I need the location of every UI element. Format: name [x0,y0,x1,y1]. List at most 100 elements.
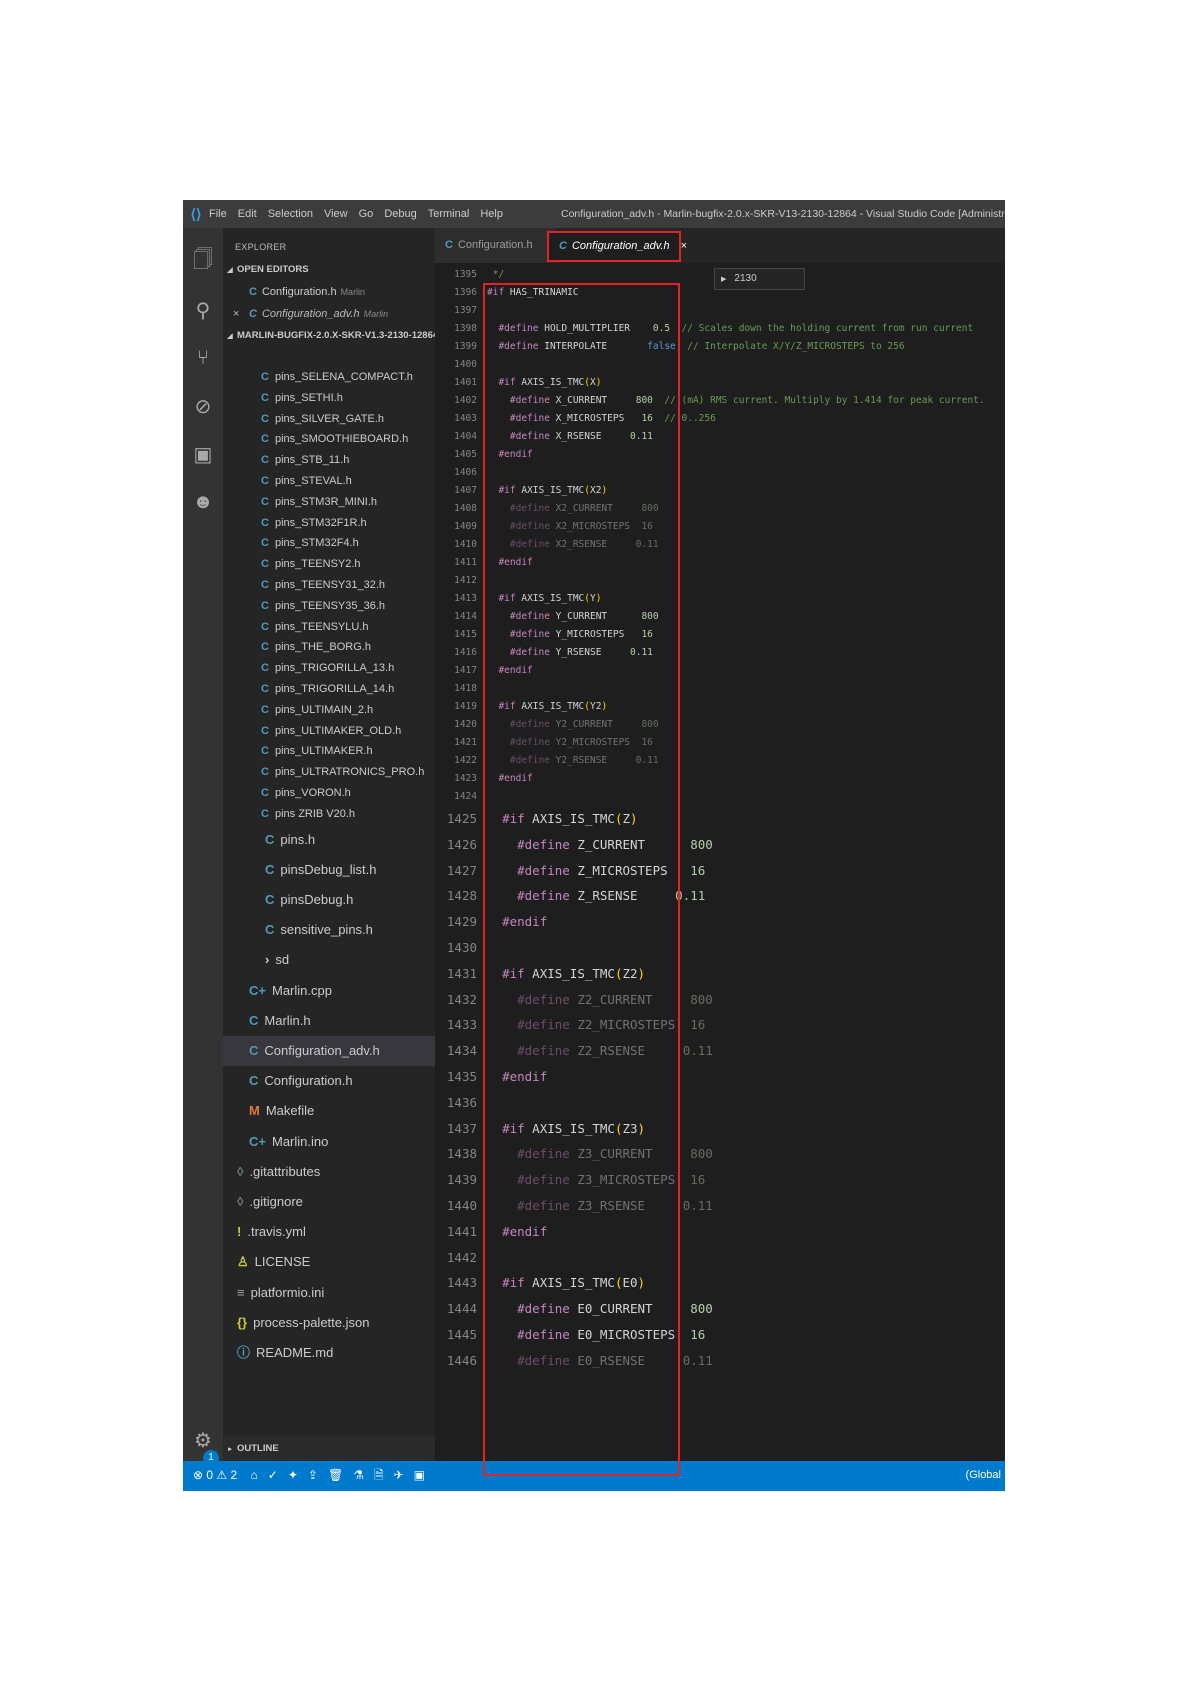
source-control-icon[interactable]: ⑂ [183,338,223,378]
tab-configuration-adv-h[interactable]: C Configuration_adv.h × [547,231,687,262]
menu-item-edit[interactable]: Edit [238,208,257,220]
file-tree-item[interactable]: › sd [223,945,435,975]
file-tree-item[interactable]: ! .travis.yml [223,1217,435,1247]
code-line: #define X_CURRENT 800 // (mA) RMS curren… [509,395,985,406]
code-line: #define Z_RSENSE 0.11 [517,888,706,904]
status-icon[interactable]: ▣ [414,1468,425,1482]
file-name: .gitattributes [249,1163,321,1179]
line-number: 1400 [454,359,477,370]
menu-item-debug[interactable]: Debug [384,208,416,220]
file-name: Marlin.h [264,1012,311,1028]
code-line: #define X2_MICROSTEPS 16 [509,521,653,532]
file-tree-item[interactable]: ♙ LICENSE [223,1247,435,1277]
line-number: 1426 [446,836,477,852]
problems-indicator[interactable]: ⊗ 0 ⚠ 2 [193,1468,237,1482]
file-tree-item[interactable]: Csensitive_pins.h [223,915,435,945]
file-tree-item[interactable]: Cpins_THE_BORG.h [223,637,435,658]
file-tree-item[interactable]: Cpins_ULTIMAIN_2.h [223,700,435,721]
project-header[interactable]: ◢ MARLIN-BUGFIX-2.0.X-SKR-V1.3-2130-12864 [223,325,435,347]
goto-line-value: 2130 [734,273,757,284]
menu-item-help[interactable]: Help [480,208,503,220]
menu-item-selection[interactable]: Selection [268,208,313,220]
code-area[interactable]: */ #if HAS_TRINAMIC #define HOLD_MULTIPLI… [487,263,1005,1461]
status-icon[interactable]: 🗑 [328,1468,343,1482]
debug-icon[interactable]: ⊘ [183,386,223,426]
code-line: #define Z3_CURRENT 800 [517,1146,713,1162]
tab-configuration-h[interactable]: C Configuration.h [435,228,555,263]
line-number: 1438 [446,1146,477,1162]
status-icon[interactable]: ⚗ [353,1468,364,1482]
file-tree-item[interactable]: Cpins_SELENA_COMPACT.h [223,367,435,388]
file-tree-item[interactable]: Cpins_SMOOTHIEBOARD.h [223,429,435,450]
menu-item-terminal[interactable]: Terminal [428,208,470,220]
file-name: Configuration_adv.h [264,1043,380,1058]
file-tree-item[interactable]: CpinsDebug_list.h [223,855,435,885]
file-tree-item[interactable]: CpinsDebug.h [223,885,435,915]
menu-item-file[interactable]: File [209,208,227,220]
status-icon[interactable]: ⌂ [251,1468,258,1482]
menu-item-go[interactable]: Go [359,208,374,220]
files-icon[interactable]: 🗍 [183,242,223,282]
close-icon[interactable]: × [233,303,239,325]
file-tree-item[interactable]: Cpins_SETHI.h [223,388,435,409]
file-type-icon: C [261,371,269,383]
file-name: pins_STEVAL.h [274,475,352,487]
file-tree-item[interactable]: Cpins_TRIGORILLA_13.h [223,658,435,679]
status-icon[interactable]: ⇪ [308,1468,318,1482]
file-tree-item[interactable]: C Marlin.h [223,1006,435,1036]
file-name: pins_TEENSY35_36.h [274,599,386,612]
alien-icon[interactable]: ☻ [183,482,223,522]
file-tree-item[interactable]: Cpins_SILVER_GATE.h [223,409,435,430]
open-editor-item[interactable]: C Configuration.h Marlin [223,281,435,303]
code-line: #define INTERPOLATE false // Interpolate… [498,341,905,352]
file-tree-item[interactable]: Cpins.h [223,825,435,855]
file-tree-item[interactable]: {} process-palette.json [223,1308,435,1338]
status-icon[interactable]: 🗎 [374,1468,384,1482]
code-line: #define HOLD_MULTIPLIER 0.5 // Scales do… [498,323,974,334]
file-tree-item[interactable]: Cpins_TEENSY2.h [223,554,435,575]
file-tree-item[interactable]: Cpins_TEENSY35_36.h [223,596,435,617]
file-tree-item[interactable]: ⓘ README.md [223,1338,435,1368]
open-editor-item[interactable]: × C Configuration_adv.h Marlin [223,303,435,325]
extensions-icon[interactable]: ▣ [183,434,223,474]
file-type-icon: ◊ [237,1194,244,1209]
file-tree-item[interactable]: Cpins_ULTIMAKER.h [223,741,435,762]
status-icon[interactable]: ✦ [288,1468,298,1482]
file-tree-item[interactable]: Cpins_STB_11.h [223,450,435,471]
outline-header[interactable]: ▸ OUTLINE [223,1436,435,1461]
close-icon[interactable]: × [681,240,687,252]
file-tree-item[interactable]: Cpins_TEENSY31_32.h [223,575,435,596]
code-line: #if AXIS_IS_TMC(Z2) [502,965,646,981]
file-tree-item[interactable]: Cpins_ULTIMAKER_OLD.h [223,721,435,742]
code-line: #define Z3_MICROSTEPS 16 [517,1172,706,1188]
status-icon[interactable]: ✈ [394,1468,404,1482]
file-tree-item[interactable]: ≡ platformio.ini [223,1278,435,1308]
file-tree-item[interactable]: C Configuration.h [223,1066,435,1096]
file-tree-item[interactable]: M Makefile [223,1096,435,1126]
file-tree-item[interactable]: Cpins_TEENSYLU.h [223,617,435,638]
open-editors-header[interactable]: ◢ OPEN EDITORS [223,259,435,281]
file-tree-item[interactable]: Cpins ZRIB V20.h [223,804,435,825]
file-tree-item[interactable]: Cpins_VORON.h [223,783,435,804]
code-line: #define X_MICROSTEPS 16 // 0..256 [509,413,716,424]
status-items: ⊗ 0 ⚠ 2 ⌂ ✓ ✦ ⇪ 🗑 ⚗ 🗎 ✈ ▣ [183,1466,425,1487]
code-line: #if AXIS_IS_TMC(Z3) [502,1120,646,1136]
file-tree-item[interactable]: ◊ .gitignore [223,1187,435,1217]
file-tree-item[interactable]: Cpins_ULTRATRONICS_PRO.h [223,762,435,783]
file-tree-item[interactable]: Cpins_STM32F1R.h [223,513,435,534]
goto-line-widget[interactable]: ▶ 2130 [714,268,805,290]
file-tree-item[interactable]: ◊ .gitattributes [223,1157,435,1187]
status-icon[interactable]: ✓ [268,1468,278,1482]
file-tree-item[interactable]: C Configuration_adv.h [223,1036,435,1067]
menu-item-view[interactable]: View [324,208,348,220]
file-tree-item[interactable]: Cpins_TRIGORILLA_14.h [223,679,435,700]
file-tree-item[interactable]: C+ Marlin.ino [223,1127,435,1157]
file-tree-item[interactable]: Cpins_STM3R_MINI.h [223,492,435,513]
file-tree-item[interactable]: C+ Marlin.cpp [223,976,435,1006]
code-editor[interactable]: 1395 1396 1397 1398 1399 1400 1401 1402 1403 1404… [435,263,1005,1461]
file-name: .travis.yml [247,1224,306,1240]
language-mode[interactable]: (Global [966,1469,1001,1481]
file-tree-item[interactable]: Cpins_STM32F4.h [223,533,435,554]
search-icon[interactable]: ⚲ [183,290,223,330]
file-tree-item[interactable]: Cpins_STEVAL.h [223,471,435,492]
